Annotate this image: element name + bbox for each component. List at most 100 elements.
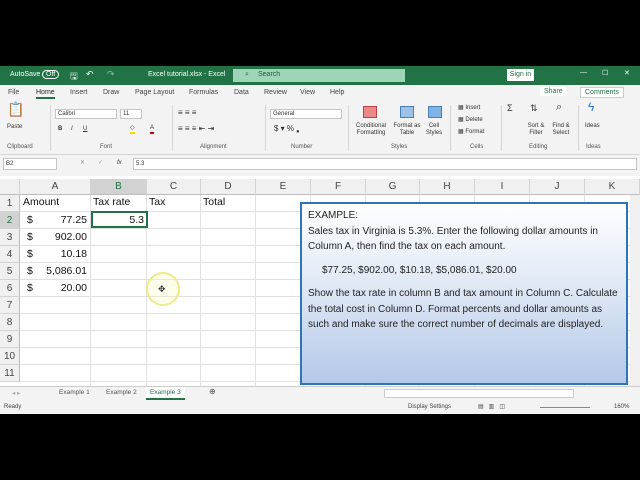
cell-A5[interactable]: 5,086.01 bbox=[21, 263, 87, 280]
spreadsheet-grid[interactable]: ABCDEFGHIJK 1 2 3 4 5 6 7 8 9 10 11 Amount Tax rat… bbox=[0, 176, 640, 386]
sort-filter-button[interactable]: Sort & Filter bbox=[524, 123, 548, 137]
bold-button[interactable]: B bbox=[58, 126, 62, 133]
comments-button[interactable]: Comments bbox=[580, 87, 624, 98]
horizontal-scrollbar[interactable] bbox=[384, 389, 574, 398]
currency-icon[interactable]: $ ▾ % ❟ bbox=[274, 125, 299, 133]
tab-home[interactable]: Home bbox=[36, 89, 55, 99]
tab-file[interactable]: File bbox=[8, 89, 19, 96]
align-icons[interactable]: ≡ ≡ ≡ bbox=[178, 109, 196, 117]
search-box[interactable]: ⌕ Search bbox=[233, 69, 405, 82]
italic-button[interactable]: I bbox=[71, 126, 73, 133]
row-header-7[interactable]: 7 bbox=[0, 297, 20, 314]
close-icon[interactable]: ✕ bbox=[624, 69, 630, 77]
font-name-select[interactable]: Calibri bbox=[55, 109, 117, 119]
column-header-J[interactable]: J bbox=[530, 179, 585, 195]
row-header-9[interactable]: 9 bbox=[0, 331, 20, 348]
tab-data[interactable]: Data bbox=[234, 89, 249, 96]
share-button[interactable]: Share bbox=[540, 87, 567, 96]
row-header-1[interactable]: 1 bbox=[0, 195, 20, 212]
column-header-C[interactable]: C bbox=[147, 179, 201, 195]
formula-input[interactable]: 5.3 bbox=[133, 158, 637, 170]
find-select-button[interactable]: Find & Select bbox=[548, 123, 574, 137]
tab-help[interactable]: Help bbox=[330, 89, 344, 96]
cell-B2-selected[interactable]: 5.3 bbox=[91, 211, 148, 228]
paste-button[interactable]: Paste bbox=[7, 124, 22, 131]
font-color-icon[interactable]: A bbox=[150, 125, 155, 134]
autosave-toggle[interactable]: Off bbox=[42, 70, 60, 79]
column-header-E[interactable]: E bbox=[256, 179, 311, 195]
cell-styles-button[interactable]: Cell Styles bbox=[422, 123, 446, 137]
row-header-6[interactable]: 6 bbox=[0, 280, 20, 297]
cell-B1[interactable]: Tax rate bbox=[93, 194, 130, 211]
autosum-icon[interactable]: Σ bbox=[507, 104, 513, 113]
ideas-button[interactable]: Ideas bbox=[585, 123, 600, 130]
view-icons[interactable]: ▤ ▥ ◫ bbox=[478, 403, 505, 410]
select-all-corner[interactable] bbox=[0, 179, 20, 195]
zoom-slider[interactable] bbox=[540, 407, 590, 408]
maximize-icon[interactable]: ☐ bbox=[602, 69, 608, 77]
sheet-tab-example-2[interactable]: Example 2 bbox=[106, 389, 137, 396]
column-header-K[interactable]: K bbox=[585, 179, 640, 195]
sheet-nav-icons[interactable]: ◂ ▸ bbox=[12, 389, 20, 397]
name-box[interactable]: B2 bbox=[3, 158, 57, 170]
row-header-8[interactable]: 8 bbox=[0, 314, 20, 331]
display-settings-button[interactable]: Display Settings bbox=[408, 404, 451, 410]
sign-in-button[interactable]: Sign in bbox=[507, 69, 534, 81]
cancel-icon[interactable]: ✕ bbox=[80, 160, 85, 167]
undo-icon[interactable]: ↶ bbox=[86, 69, 94, 80]
gridline bbox=[200, 195, 201, 386]
tab-draw[interactable]: Draw bbox=[103, 89, 119, 96]
row-header-4[interactable]: 4 bbox=[0, 246, 20, 263]
add-sheet-icon[interactable]: ⊕ bbox=[209, 387, 216, 396]
function-button[interactable]: fx bbox=[117, 160, 122, 167]
column-header-D[interactable]: D bbox=[201, 179, 256, 195]
align-icons-row2[interactable]: ≡ ≡ ≡ ⇤ ⇥ bbox=[178, 125, 214, 133]
column-header-I[interactable]: I bbox=[475, 179, 530, 195]
column-header-G[interactable]: G bbox=[366, 179, 420, 195]
redo-icon[interactable]: ↷ bbox=[107, 69, 115, 80]
row-header-11[interactable]: 11 bbox=[0, 365, 20, 382]
tab-view[interactable]: View bbox=[300, 89, 315, 96]
sheet-tab-example-3[interactable]: Example 3 bbox=[146, 387, 185, 400]
vertical-scrollbar[interactable] bbox=[630, 195, 640, 386]
cell-A6[interactable]: 20.00 bbox=[21, 280, 87, 297]
cell-A4[interactable]: 10.18 bbox=[21, 246, 87, 263]
column-header-B[interactable]: B bbox=[91, 179, 147, 195]
column-header-F[interactable]: F bbox=[311, 179, 366, 195]
window-title: Excel tutorial.xlsx - Excel bbox=[148, 71, 226, 78]
cell-A2[interactable]: 77.25 bbox=[21, 212, 87, 229]
save-icon[interactable]: 🖫 bbox=[70, 69, 78, 85]
tab-review[interactable]: Review bbox=[264, 89, 287, 96]
instructions-textbox[interactable]: EXAMPLE: Sales tax in Virginia is 5.3%. … bbox=[300, 202, 628, 385]
number-format-select[interactable]: General bbox=[270, 109, 342, 119]
cell-A1[interactable]: Amount bbox=[23, 194, 59, 211]
conditional-formatting-button[interactable]: Conditional Formatting bbox=[352, 123, 390, 137]
zoom-level[interactable]: 160% bbox=[614, 404, 629, 410]
minimize-icon[interactable]: — bbox=[580, 69, 587, 76]
row-header-2[interactable]: 2 bbox=[0, 212, 20, 229]
format-as-table-button[interactable]: Format as Table bbox=[390, 123, 424, 137]
editing-group-label: Editing bbox=[529, 144, 548, 150]
formula-bar: B2 ✕ ✓ fx 5.3 bbox=[0, 155, 640, 176]
tab-page-layout[interactable]: Page Layout bbox=[135, 89, 174, 96]
format-cells-button[interactable]: ▦ Format bbox=[458, 129, 484, 136]
insert-cells-button[interactable]: ▦ Insert bbox=[458, 105, 480, 112]
cell-C1[interactable]: Tax bbox=[149, 194, 165, 211]
fill-color-icon[interactable]: ◇ bbox=[130, 125, 135, 134]
row-header-10[interactable]: 10 bbox=[0, 348, 20, 365]
cell-D1[interactable]: Total bbox=[203, 194, 225, 211]
row-header-5[interactable]: 5 bbox=[0, 263, 20, 280]
sheet-tab-example-1[interactable]: Example 1 bbox=[59, 389, 90, 396]
row-header-3[interactable]: 3 bbox=[0, 229, 20, 246]
status-ready: Ready bbox=[4, 404, 22, 410]
tab-formulas[interactable]: Formulas bbox=[189, 89, 218, 96]
paste-icon[interactable]: 📋 bbox=[7, 102, 24, 116]
underline-button[interactable]: U bbox=[83, 126, 87, 133]
enter-icon[interactable]: ✓ bbox=[98, 160, 103, 167]
font-size-select[interactable]: 11 bbox=[120, 109, 142, 119]
tab-insert[interactable]: Insert bbox=[70, 89, 88, 96]
cell-A3[interactable]: 902.00 bbox=[21, 229, 87, 246]
delete-cells-button[interactable]: ▦ Delete bbox=[458, 117, 483, 124]
column-header-A[interactable]: A bbox=[20, 179, 91, 195]
column-header-H[interactable]: H bbox=[420, 179, 475, 195]
